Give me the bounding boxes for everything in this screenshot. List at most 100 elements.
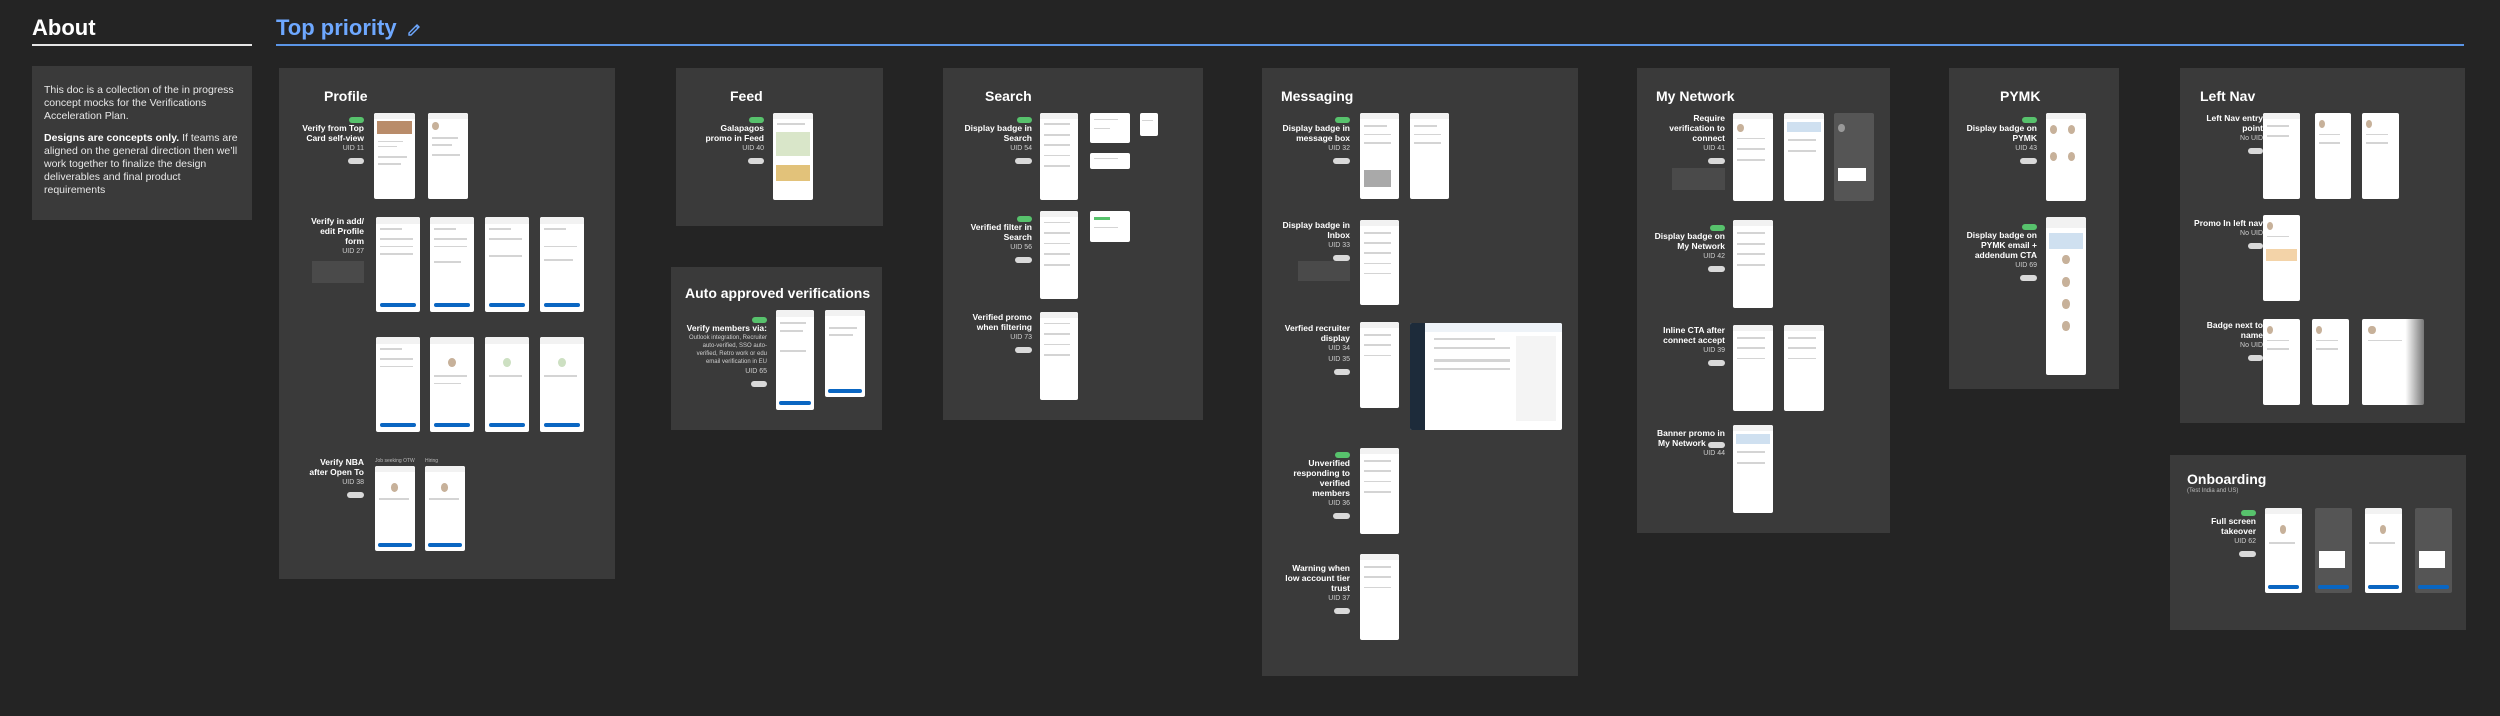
screen-mock[interactable] [2263,319,2300,405]
screen-mock[interactable] [1090,153,1130,169]
screen-mock[interactable] [428,113,468,199]
feed-item-galapagos[interactable]: Galapagos promo in Feed UID 40 [700,113,764,164]
screen-mock[interactable] [2046,217,2086,375]
screen-mock[interactable] [374,113,415,199]
screen-mock[interactable] [2365,508,2402,593]
messaging-item-warning[interactable]: Warning when low account tier trust UID … [1280,563,1350,614]
screen-mock[interactable] [2315,113,2351,199]
about-disclaimer-bold: Designs are concepts only. [44,132,180,144]
screen-mock[interactable] [1040,312,1078,400]
screen-mock[interactable] [2265,508,2302,593]
screen-mock[interactable] [375,466,415,551]
screen-mock[interactable] [2312,319,2349,405]
screen-mock[interactable] [1040,113,1078,200]
messaging-item-message-box[interactable]: Display badge in message box UID 32 [1280,113,1350,164]
pencil-icon[interactable] [406,21,422,37]
screen-mock[interactable] [430,217,474,312]
network-item-badge[interactable]: Display badge on My Network UID 42 [1650,221,1725,272]
profile-item-nba[interactable]: Verify NBA after Open To UID 38 [300,457,364,498]
screen-mock[interactable] [1360,113,1399,199]
item-uid: UID 11 [342,145,364,152]
screen-mock[interactable] [2362,319,2424,405]
screen-mock[interactable] [2263,113,2300,199]
network-item-require[interactable]: Require verification to connect UID 41 [1650,113,1725,164]
screen-mock[interactable] [825,310,865,397]
screen-mock[interactable] [1360,448,1399,534]
status-tag [1334,369,1350,375]
status-tag [2020,275,2037,281]
onboarding-item-takeover[interactable]: Full screen takeover UID 62 [2190,506,2256,557]
messaging-item-recruiter[interactable]: Verfied recruiter display UID 34 UID 35 [1280,323,1350,375]
screen-mock[interactable] [2415,508,2452,593]
pymk-item-email[interactable]: Display badge on PYMK email + addendum C… [1965,220,2037,281]
search-item-promo[interactable]: Verified promo when filtering UID 73 [960,312,1032,353]
screen-mock[interactable] [776,310,814,410]
mock-caption: Hiring [425,458,439,464]
pymk-item-badge[interactable]: Display badge on PYMK UID 43 [1965,113,2037,164]
screen-mock[interactable] [2315,508,2352,593]
status-tag [1334,608,1350,614]
messaging-item-unverified[interactable]: Unverified responding to verified member… [1280,448,1350,519]
search-item-badge[interactable]: Display badge in Search UID 54 [960,113,1032,164]
item-label: Verify members via: [686,323,767,333]
screen-mock[interactable] [430,337,474,432]
screen-mock[interactable] [1834,113,1874,201]
screen-mock[interactable] [1140,113,1158,136]
screen-mock[interactable] [1784,113,1824,201]
pymk-title: PYMK [2000,88,2041,104]
desktop-mock[interactable] [1410,323,1562,430]
screen-mock[interactable] [1360,220,1399,305]
screen-mock[interactable] [540,337,584,432]
screen-mock[interactable] [1360,554,1399,640]
screen-mock[interactable] [1733,113,1773,201]
top-priority-heading: Top priority [276,15,422,41]
item-label: Promo In left nav [2194,218,2263,228]
screen-mock[interactable] [1733,325,1773,411]
screen-mock[interactable] [773,113,813,200]
screen-mock[interactable] [1784,325,1824,411]
screen-mock[interactable] [1733,425,1773,513]
auto-item-verify[interactable]: Verify members via: Outlook integration,… [682,313,767,387]
note-box [1298,261,1350,281]
screen-mock[interactable] [425,466,465,551]
network-item-banner[interactable]: Banner promo in My Network UID 44 [1650,428,1725,459]
item-uid: UID 44 [1703,450,1725,457]
status-tag [2239,551,2256,557]
screen-mock[interactable] [1090,113,1130,143]
screen-mock[interactable] [1410,113,1449,199]
item-uid: UID 32 [1328,145,1350,152]
profile-item-topcard[interactable]: Verify from Top Card self-view UID 11 [300,113,364,164]
screen-mock[interactable] [485,217,529,312]
profile-item-edit-form[interactable]: Verify in add/ edit Profile form UID 27 [300,216,364,267]
screen-mock[interactable] [376,217,420,312]
item-label: Verified promo when filtering [972,312,1032,332]
leftnav-item-badge-name[interactable]: Badge next to name No UID [2193,320,2263,361]
screen-mock[interactable] [1090,211,1130,242]
status-tag [1015,158,1032,164]
item-label: Display badge in Search [964,123,1032,143]
item-uid: No UID [2240,342,2263,349]
network-item-inline-cta[interactable]: Inline CTA after connect accept UID 39 [1650,325,1725,366]
search-item-filter[interactable]: Verified filter in Search UID 56 [960,212,1032,263]
status-tag [1708,442,1725,448]
screen-mock[interactable] [2046,113,2086,201]
screen-mock[interactable] [485,337,529,432]
screen-mock[interactable] [1360,322,1399,408]
status-tag [2248,355,2263,361]
messaging-item-inbox[interactable]: Display badge in Inbox UID 33 [1280,220,1350,261]
about-heading: About [32,15,96,40]
messaging-title: Messaging [1281,88,1354,104]
screen-mock[interactable] [2263,215,2300,301]
screen-mock[interactable] [2362,113,2399,199]
screen-mock[interactable] [540,217,584,312]
screen-mock[interactable] [376,337,420,432]
leftnav-item-entry[interactable]: Left Nav entry point No UID [2193,113,2263,154]
screen-mock[interactable] [1733,220,1773,308]
screen-mock[interactable] [1040,211,1078,299]
leftnav-item-promo[interactable]: Promo In left nav No UID [2193,218,2263,249]
item-uid: UID 27 [342,248,364,255]
item-uid: UID 39 [1703,347,1725,354]
note-box [1672,168,1725,190]
auto-approved-title: Auto approved verifications [685,285,871,301]
status-tag [1708,360,1725,366]
